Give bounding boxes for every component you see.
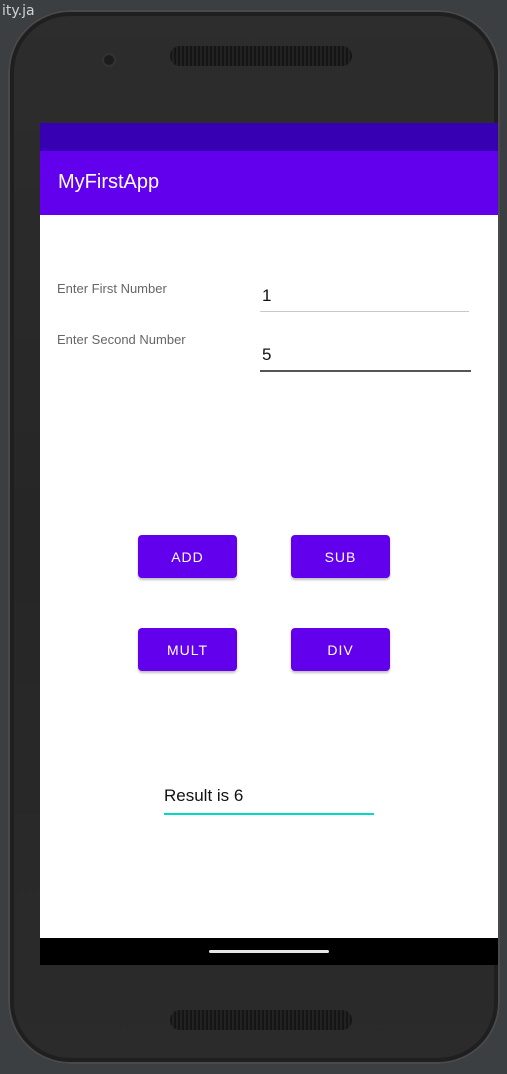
app-title: MyFirstApp: [58, 171, 160, 193]
status-bar: [40, 123, 498, 151]
top-speaker-grille: [170, 46, 352, 66]
home-gesture-handle[interactable]: [209, 950, 329, 953]
app-bar: MyFirstApp: [40, 151, 498, 215]
sub-button[interactable]: SUB: [291, 535, 390, 578]
add-button[interactable]: ADD: [138, 535, 237, 578]
device-frame: MyFirstApp Enter First Number Enter Seco…: [8, 10, 500, 1064]
second-number-label: Enter Second Number: [57, 332, 186, 347]
result-field[interactable]: [164, 779, 374, 815]
first-number-input[interactable]: [260, 281, 469, 312]
div-button[interactable]: DIV: [291, 628, 390, 671]
navigation-bar: [40, 938, 498, 965]
first-number-label: Enter First Number: [57, 281, 167, 296]
device-screen: MyFirstApp Enter First Number Enter Seco…: [40, 123, 498, 965]
front-camera: [104, 55, 114, 65]
second-number-input[interactable]: [260, 340, 471, 372]
ide-editor-tab-fragment: ity.ja: [2, 3, 35, 19]
mult-button[interactable]: MULT: [138, 628, 237, 671]
bottom-speaker-grille: [170, 1010, 352, 1030]
